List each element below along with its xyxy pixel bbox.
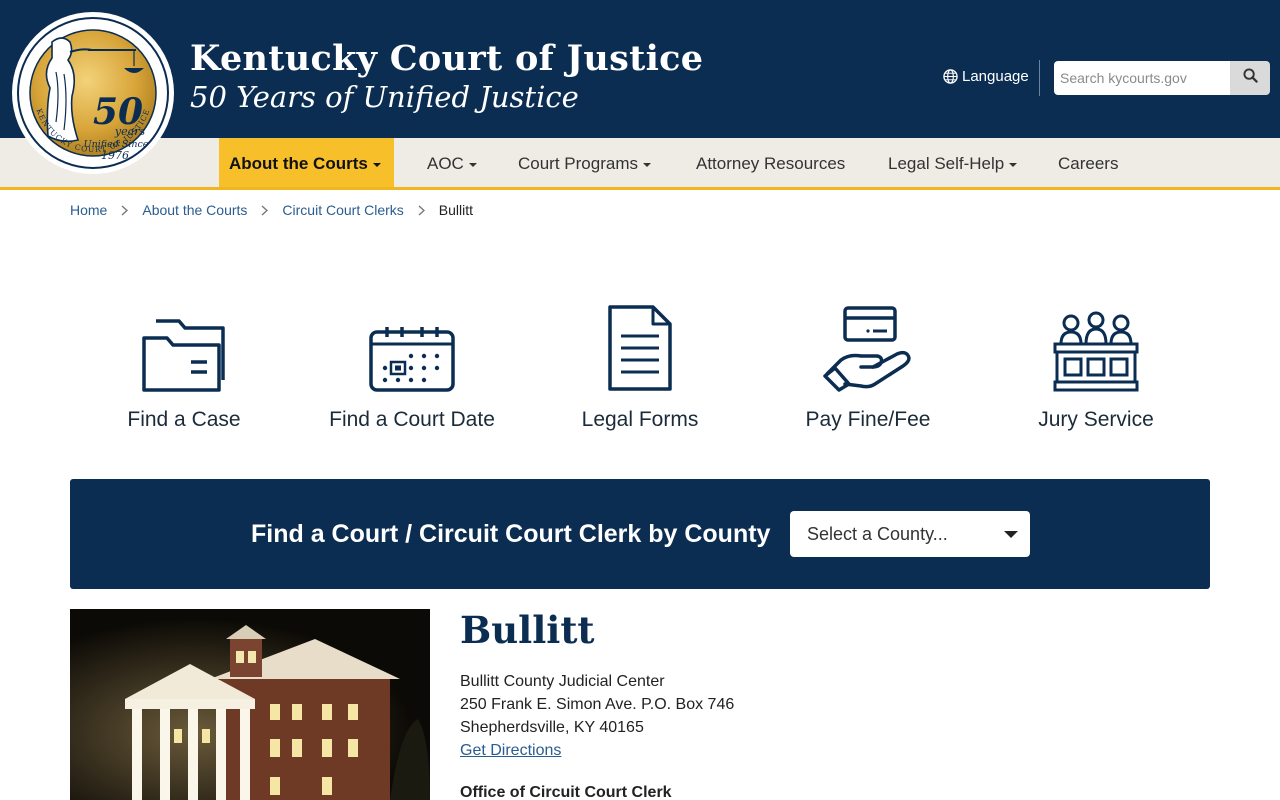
breadcrumb-current: Bullitt	[438, 202, 474, 218]
quick-link-label: Find a Case	[127, 408, 241, 431]
quick-link-label: Legal Forms	[581, 408, 699, 431]
caret-down-icon	[1004, 531, 1018, 538]
breadcrumb-circuit-court-clerks[interactable]: Circuit Court Clerks	[282, 202, 403, 218]
caret-down-icon	[468, 162, 477, 167]
header-divider	[1039, 60, 1040, 96]
globe-icon	[943, 69, 958, 84]
courthouse-name: Bullitt County Judicial Center	[460, 673, 665, 690]
language-selector[interactable]: Language	[943, 68, 1029, 85]
county-finder: Find a Court / Circuit Court Clerk by Co…	[70, 479, 1210, 589]
nav-item-careers[interactable]: Careers	[1058, 138, 1118, 187]
nav-item-legal-self-help[interactable]: Legal Self-Help	[888, 138, 1018, 187]
nav-item-court-programs[interactable]: Court Programs	[518, 138, 651, 187]
site-header: Kentucky Court of Justice 50 Years of Un…	[0, 0, 1280, 138]
get-directions-link[interactable]: Get Directions	[460, 742, 561, 760]
county-name-heading: Bullitt	[460, 608, 595, 652]
caret-down-icon	[1009, 162, 1018, 167]
search-input[interactable]	[1054, 61, 1230, 95]
clerk-office-heading: Office of Circuit Court Clerk	[460, 784, 672, 800]
courthouse-city: Shepherdsville, KY 40165	[460, 719, 644, 736]
quick-link-legal-forms[interactable]: Legal Forms	[540, 300, 740, 432]
quick-link-pay-fine-fee[interactable]: Pay Fine/Fee	[768, 300, 968, 432]
folder-icon	[84, 300, 284, 392]
quick-link-find-a-case[interactable]: Find a Case	[84, 300, 284, 432]
courthouse-photo	[70, 609, 430, 800]
caret-down-icon	[372, 162, 381, 167]
search-icon	[1242, 68, 1258, 88]
jury-box-icon	[996, 300, 1196, 392]
document-icon	[540, 300, 740, 392]
chevron-right-icon	[121, 204, 129, 216]
nav-item-attorney-resources[interactable]: Attorney Resources	[696, 138, 845, 187]
breadcrumb-about-the-courts[interactable]: About the Courts	[142, 202, 247, 218]
quick-link-jury-service[interactable]: Jury Service	[996, 300, 1196, 432]
court-seal-logo[interactable]: 50 years Unified Since 1976 KENTUCKY COU…	[12, 12, 174, 174]
search-button[interactable]	[1230, 61, 1270, 95]
calendar-icon	[312, 300, 512, 392]
caret-down-icon	[642, 162, 651, 167]
county-select-value: Select a County...	[807, 524, 948, 544]
chevron-right-icon	[418, 204, 425, 216]
quick-link-label: Pay Fine/Fee	[805, 408, 931, 431]
site-title[interactable]: Kentucky Court of Justice	[190, 38, 703, 79]
breadcrumb: Home About the Courts Circuit Court Cler…	[70, 202, 473, 218]
county-finder-label: Find a Court / Circuit Court Clerk by Co…	[251, 520, 771, 548]
breadcrumb-home[interactable]: Home	[70, 202, 107, 218]
quick-link-label: Find a Court Date	[329, 408, 495, 431]
site-search	[1054, 61, 1270, 95]
language-label: Language	[962, 68, 1029, 85]
chevron-right-icon	[261, 204, 269, 216]
card-payment-icon	[768, 300, 968, 392]
county-select[interactable]: Select a County...	[790, 511, 1030, 557]
main-nav: About the Courts AOC Court Programs Atto…	[0, 138, 1280, 190]
courthouse-street: 250 Frank E. Simon Ave. P.O. Box 746	[460, 696, 735, 713]
nav-item-about-the-courts[interactable]: About the Courts	[219, 138, 394, 187]
nav-item-aoc[interactable]: AOC	[427, 138, 477, 187]
quick-link-find-a-court-date[interactable]: Find a Court Date	[312, 300, 512, 432]
site-subtitle: 50 Years of Unified Justice	[190, 80, 579, 114]
quick-link-label: Jury Service	[1038, 408, 1154, 431]
